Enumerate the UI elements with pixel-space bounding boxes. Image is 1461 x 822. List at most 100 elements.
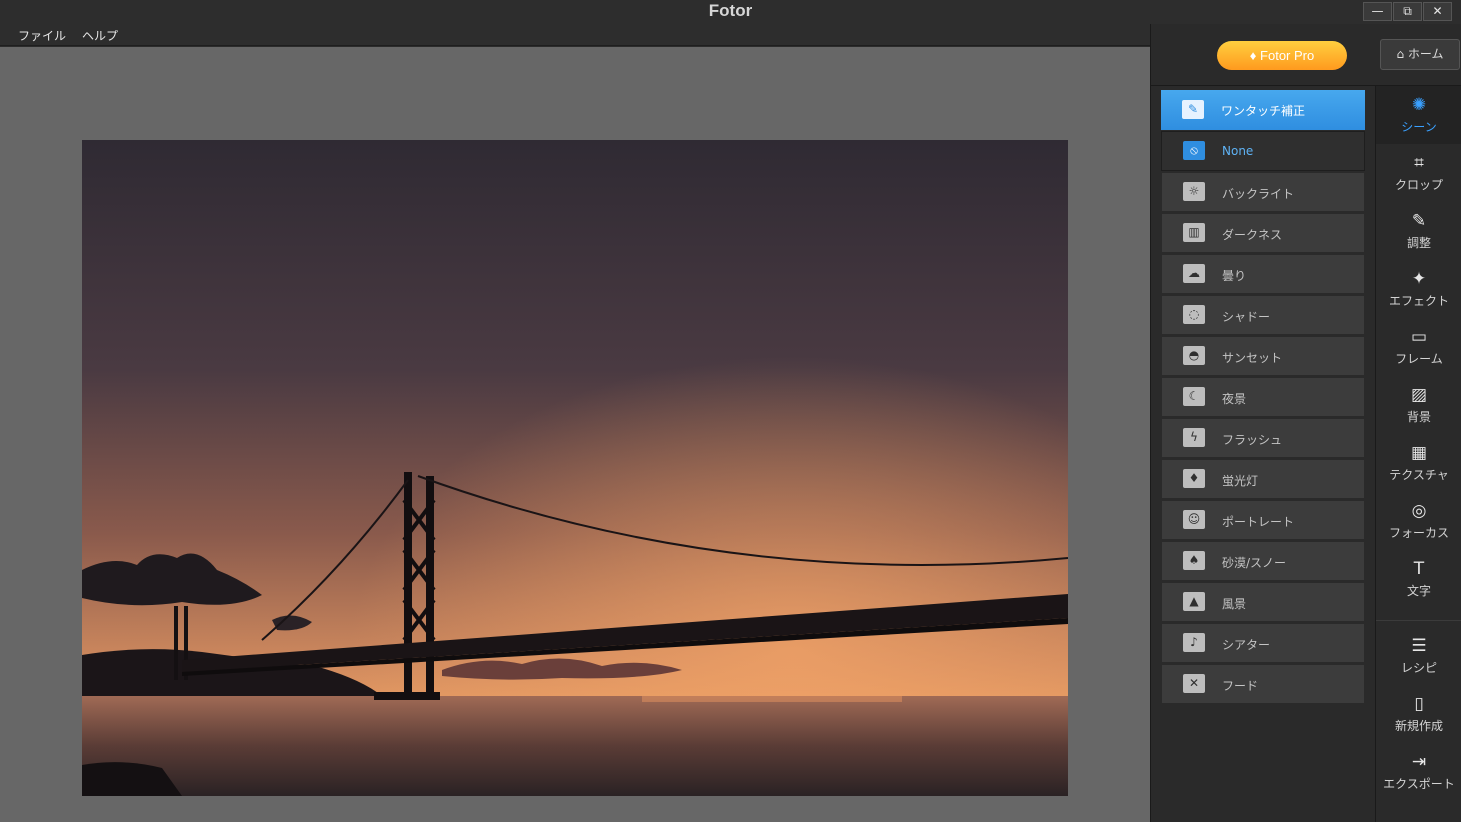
tool-divider [1376, 620, 1461, 621]
cloudy-icon: ☁ [1183, 264, 1205, 283]
bottom-tool-items: ☰ レシピ ▯ 新規作成 ⇥ エクスポート [1376, 627, 1461, 801]
scene-item-label: 蛍光灯 [1222, 474, 1259, 488]
tool-label: 文字 [1406, 584, 1431, 598]
tool-label: シーン [1401, 120, 1437, 134]
effect-icon: ✦ [1411, 269, 1427, 289]
tool-texture[interactable]: ▦ テクスチャ [1376, 434, 1461, 492]
scene-item-label: 風景 [1222, 597, 1247, 611]
menu-help[interactable]: ヘルプ [82, 27, 118, 44]
tool-focus[interactable]: ◎ フォーカス [1376, 492, 1461, 550]
scene-item-label: シャドー [1222, 310, 1271, 324]
fotor-pro-label: Fotor Pro [1260, 48, 1315, 63]
tool-label: フォーカス [1388, 526, 1449, 540]
focus-icon: ◎ [1411, 501, 1427, 521]
tool-text[interactable]: T 文字 [1376, 550, 1461, 608]
scene-item-label: フラッシュ [1222, 433, 1283, 447]
tool-effect[interactable]: ✦ エフェクト [1376, 260, 1461, 318]
home-icon: ⌂ [1396, 47, 1408, 61]
scene-item[interactable]: ☁ 曇り [1161, 254, 1365, 294]
frame-icon: ▭ [1410, 327, 1428, 347]
scene-item-label: 夜景 [1222, 392, 1247, 406]
scene-item[interactable]: ☼ バックライト [1161, 172, 1365, 212]
menu-file[interactable]: ファイル [18, 27, 66, 44]
home-button[interactable]: ⌂ ホーム [1380, 39, 1460, 70]
shadow-icon: ◌ [1183, 305, 1205, 324]
tool-recipe[interactable]: ☰ レシピ [1376, 627, 1461, 685]
tool-crop[interactable]: ⌗ クロップ [1376, 144, 1461, 202]
tool-label: エクスポート [1383, 777, 1455, 791]
background-icon: ▨ [1410, 385, 1428, 405]
crop-icon: ⌗ [1414, 153, 1424, 173]
tool-background[interactable]: ▨ 背景 [1376, 376, 1461, 434]
scene-item[interactable]: ϟ フラッシュ [1161, 418, 1365, 458]
fotor-pro-button[interactable]: ♦ Fotor Pro [1217, 41, 1347, 70]
minimize-button[interactable]: — [1363, 2, 1392, 21]
scene-item-label: フード [1222, 679, 1259, 693]
app-title: Fotor [708, 1, 753, 20]
scene-item[interactable]: ♪ シアター [1161, 623, 1365, 663]
scene-item[interactable]: ☺ ポートレート [1161, 500, 1365, 540]
scene-item[interactable]: ♦ 蛍光灯 [1161, 459, 1365, 499]
scene-list: ✎ ワンタッチ補正 ⦸ None ☼ バックライト ▥ ダークネス ☁ 曇り ◌ シャドー ◓ サンセ… [1161, 90, 1365, 704]
fluorescent-icon: ♦ [1183, 469, 1205, 488]
desert-snow-icon: ♠ [1183, 551, 1205, 570]
tool-export[interactable]: ⇥ エクスポート [1376, 743, 1461, 801]
sunset-icon: ◓ [1183, 346, 1205, 365]
tool-bar: ✺ シーン ⌗ クロップ ✎ 調整 ✦ エフェクト ▭ フレーム ▨ 背景 ▦ テクスチャ ◎ フォーカス T 文… [1376, 86, 1461, 801]
scene-item-label: シアター [1222, 638, 1271, 652]
title-bar: Fotor — ⧉ ✕ [0, 0, 1461, 24]
backlight-icon: ☼ [1183, 182, 1205, 201]
flash-icon: ϟ [1183, 428, 1205, 447]
scene-item[interactable]: ◓ サンセット [1161, 336, 1365, 376]
portrait-icon: ☺ [1183, 510, 1205, 529]
tool-label: エフェクト [1388, 294, 1449, 308]
scene-item-label: サンセット [1222, 351, 1283, 365]
tool-label: 新規作成 [1394, 719, 1443, 733]
scene-item[interactable]: ▲ 風景 [1161, 582, 1365, 622]
new-file-icon: ▯ [1414, 694, 1424, 714]
scene-icon: ✺ [1411, 95, 1427, 115]
tool-label: 調整 [1406, 236, 1431, 250]
bridge-photo [82, 140, 1068, 796]
canvas-area [0, 47, 1150, 822]
scene-item-label: バックライト [1222, 187, 1295, 201]
scene-item[interactable]: ✕ フード [1161, 664, 1365, 704]
scene-item[interactable]: ♠ 砂漠/スノー [1161, 541, 1365, 581]
scene-item[interactable]: ▥ ダークネス [1161, 213, 1365, 253]
photo-canvas[interactable] [82, 140, 1068, 796]
tool-label: クロップ [1394, 178, 1443, 192]
tool-scene[interactable]: ✺ シーン [1376, 86, 1461, 144]
menu-bar: ファイル ヘルプ [0, 24, 1150, 46]
food-icon: ✕ [1183, 674, 1205, 693]
tool-label: テクスチャ [1389, 468, 1449, 482]
text-icon: T [1413, 559, 1425, 579]
scene-items: ⦸ None ☼ バックライト ▥ ダークネス ☁ 曇り ◌ シャドー ◓ サンセット ☾ 夜景 ϟ フラッシ… [1161, 131, 1365, 704]
auto-enhance-button[interactable]: ✎ ワンタッチ補正 [1161, 90, 1365, 130]
scene-item[interactable]: ◌ シャドー [1161, 295, 1365, 335]
scene-item[interactable]: ☾ 夜景 [1161, 377, 1365, 417]
diamond-icon: ♦ [1249, 48, 1261, 63]
panel-header: ♦ Fotor Pro ⌂ ホーム [1151, 24, 1461, 86]
home-label: ホーム [1407, 47, 1444, 61]
scene-item-label: ダークネス [1222, 228, 1283, 242]
export-icon: ⇥ [1411, 752, 1427, 772]
scene-item[interactable]: ⦸ None [1161, 131, 1365, 171]
magic-wand-icon: ✎ [1182, 100, 1204, 119]
scene-item-label: None [1222, 144, 1254, 158]
recipe-icon: ☰ [1411, 636, 1427, 656]
tool-frame[interactable]: ▭ フレーム [1376, 318, 1461, 376]
scene-item-label: ポートレート [1222, 515, 1295, 529]
texture-icon: ▦ [1410, 443, 1428, 463]
tool-adjust[interactable]: ✎ 調整 [1376, 202, 1461, 260]
tool-label: レシピ [1400, 661, 1437, 675]
none-icon: ⦸ [1183, 141, 1205, 160]
night-icon: ☾ [1183, 387, 1205, 406]
right-panel: ♦ Fotor Pro ⌂ ホーム ✎ ワンタッチ補正 ⦸ None ☼ バックライト… [1150, 24, 1461, 822]
scene-item-label: 砂漠/スノー [1222, 556, 1287, 570]
tool-label: 背景 [1406, 410, 1431, 424]
darkness-icon: ▥ [1183, 223, 1205, 242]
tool-items: ✺ シーン ⌗ クロップ ✎ 調整 ✦ エフェクト ▭ フレーム ▨ 背景 ▦ テクスチャ ◎ フォーカス T 文… [1376, 86, 1461, 608]
close-button[interactable]: ✕ [1423, 2, 1452, 21]
tool-new-file[interactable]: ▯ 新規作成 [1376, 685, 1461, 743]
restore-button[interactable]: ⧉ [1393, 2, 1422, 21]
